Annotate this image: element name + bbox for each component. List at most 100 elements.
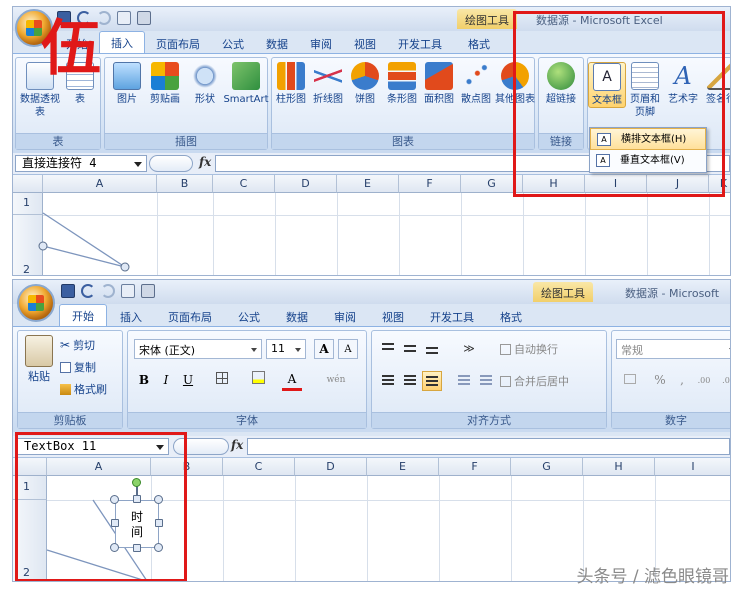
align-bottom-button[interactable] [422,339,442,359]
camera-icon[interactable] [141,284,155,298]
resize-handle[interactable] [154,495,163,504]
font-color-button[interactable]: A [282,371,302,391]
tab-developer[interactable]: 开发工具 [417,306,487,326]
tab-insert[interactable]: 插入 [107,306,155,326]
tab-page-layout[interactable]: 页面布局 [155,306,225,326]
name-box[interactable]: 直接连接符 4 [15,155,147,172]
resize-handle[interactable] [111,519,119,527]
resize-handle[interactable] [154,543,163,552]
tab-data[interactable]: 数据 [273,306,321,326]
connector-lines[interactable] [13,175,731,276]
connector-endpoint-handle[interactable] [38,241,48,251]
underline-button[interactable]: U [178,371,198,391]
tab-view[interactable]: 视图 [343,33,387,53]
increase-indent-button[interactable] [476,371,496,391]
font-size-select[interactable]: 11 [266,339,306,359]
tab-developer[interactable]: 开发工具 [387,33,453,53]
other-charts-button[interactable]: 其他图表 [494,62,536,106]
undo-icon[interactable] [81,284,95,298]
tab-insert[interactable]: 插入 [99,31,145,53]
paste-button[interactable]: 粘贴 [20,335,58,384]
name-box[interactable]: TextBox 11 [17,438,169,455]
resize-handle[interactable] [110,543,119,552]
tab-formulas[interactable]: 公式 [211,33,255,53]
horizontal-textbox-item[interactable]: A 横排文本框(H) [590,128,706,150]
shapes-button[interactable]: 形状 [185,62,225,106]
accounting-format-button[interactable] [616,371,644,391]
copy-button[interactable]: 复制 [60,359,96,375]
shrink-font-button[interactable]: A [338,339,358,359]
number-format-select[interactable]: 常规 [616,339,730,359]
font-name-select[interactable]: 宋体 (正文) [134,339,262,359]
connector-line[interactable] [42,212,126,268]
increase-decimal-button[interactable]: .00 [694,371,714,391]
textbox-text[interactable]: 时 间 [116,501,158,540]
align-right-button[interactable] [422,371,442,391]
bar-chart-button[interactable]: 条形图 [383,62,421,106]
align-left-button[interactable] [378,371,398,391]
grow-font-button[interactable]: A [314,339,334,359]
comma-button[interactable]: , [672,371,692,391]
line-chart-button[interactable]: 折线图 [309,62,347,106]
decrease-decimal-button[interactable]: .0 [716,371,730,391]
connector-line[interactable] [42,245,126,268]
resize-handle[interactable] [133,495,141,503]
print-preview-icon[interactable] [117,11,131,25]
print-preview-icon[interactable] [121,284,135,298]
formula-round-button[interactable] [149,155,193,172]
picture-button[interactable]: 图片 [107,62,147,106]
decrease-indent-button[interactable] [454,371,474,391]
borders-button[interactable] [212,371,232,391]
tab-review[interactable]: 审阅 [321,306,369,326]
rotate-handle[interactable] [132,478,141,487]
tab-data[interactable]: 数据 [255,33,299,53]
tab-formulas[interactable]: 公式 [225,306,273,326]
scatter-chart-button[interactable]: 散点图 [457,62,495,106]
insert-function-button[interactable]: fx [199,155,211,169]
align-center-button[interactable] [400,371,420,391]
textbox-button[interactable]: A 文本框 [588,62,626,108]
tab-view[interactable]: 视图 [369,306,417,326]
percent-button[interactable]: % [650,371,670,391]
save-icon[interactable] [61,284,75,298]
connector-line[interactable] [46,549,149,582]
tab-review[interactable]: 审阅 [299,33,343,53]
hyperlink-button[interactable]: 超链接 [541,62,581,106]
insert-function-button[interactable]: fx [231,438,243,452]
formula-input[interactable] [247,438,730,455]
tab-format[interactable]: 格式 [457,33,501,53]
tab-page-layout[interactable]: 页面布局 [145,33,211,53]
resize-handle[interactable] [155,519,163,527]
wordart-button[interactable]: A 艺术字 [664,62,702,106]
clipart-button[interactable]: 剪贴画 [145,62,185,106]
signature-line-button[interactable]: 签名行 [702,62,730,106]
italic-button[interactable]: I [156,371,176,391]
header-footer-button[interactable]: 页眉和页脚 [626,62,664,119]
orientation-button[interactable]: ≫ [454,339,484,359]
format-painter-button[interactable]: 格式刷 [60,381,107,397]
column-chart-icon [277,62,305,90]
formula-round-button[interactable] [173,438,229,455]
window-title: 数据源 - Microsoft [625,287,720,300]
align-middle-button[interactable] [400,339,420,359]
resize-handle[interactable] [110,495,119,504]
vertical-textbox-item[interactable]: A 垂直文本框(V) [590,150,706,172]
align-top-button[interactable] [378,339,398,359]
smartart-button[interactable]: SmartArt [223,62,269,106]
fill-color-button[interactable] [248,371,268,391]
merge-center-button[interactable]: 合并后居中 [500,373,569,389]
resize-handle[interactable] [133,544,141,552]
tab-format[interactable]: 格式 [487,306,535,326]
wrap-text-button[interactable]: 自动换行 [500,341,558,357]
tab-home[interactable]: 开始 [59,304,107,326]
camera-icon[interactable] [137,11,151,25]
phonetic-button[interactable]: wén [320,371,352,391]
textbox[interactable]: 时 间 [115,500,159,548]
connector-endpoint-handle[interactable] [120,262,130,272]
area-chart-button[interactable]: 面积图 [420,62,458,106]
cut-button[interactable]: ✂ 剪切 [60,337,95,353]
column-chart-button[interactable]: 柱形图 [272,62,310,106]
pie-chart-button[interactable]: 饼图 [346,62,384,106]
bold-button[interactable]: B [134,371,154,391]
redo-icon[interactable] [101,284,115,298]
